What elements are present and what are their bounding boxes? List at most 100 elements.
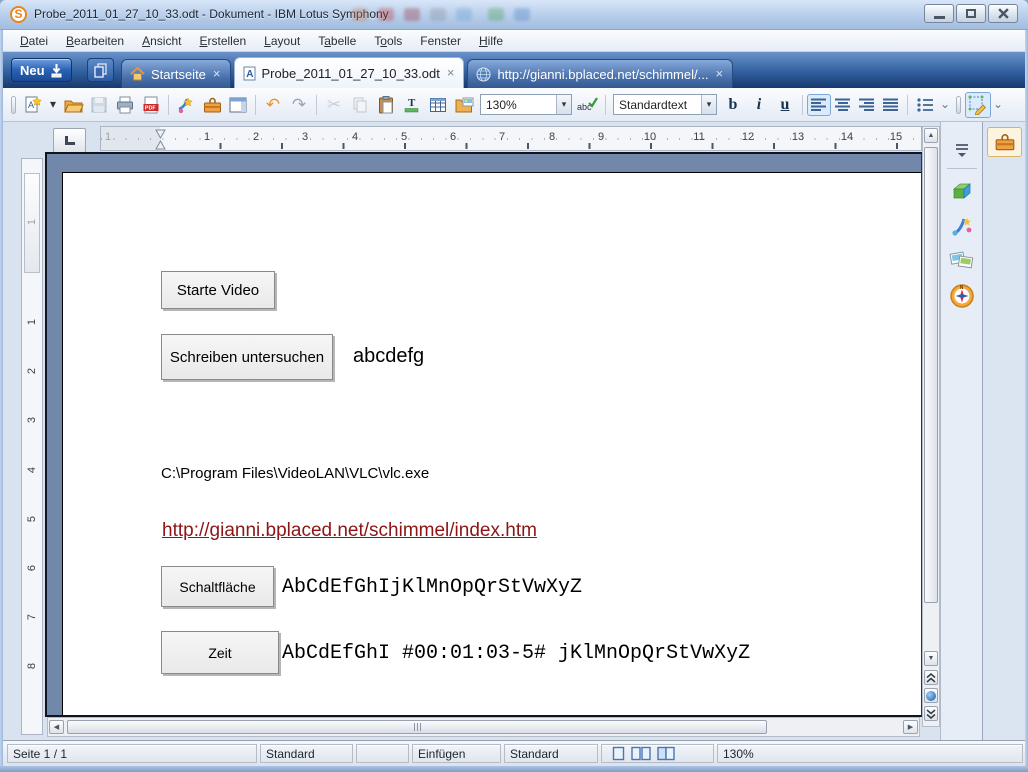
align-right-button[interactable] <box>855 94 879 116</box>
scroll-up-button[interactable]: ▲ <box>924 128 938 143</box>
arrow-down-icon: ▼ <box>928 655 935 662</box>
next-page-button[interactable] <box>924 706 938 721</box>
horizontal-ruler[interactable]: 1 1 2 3 4 5 6 7 8 9 10 11 12 13 14 15 <box>100 126 922 151</box>
zoom-combobox[interactable]: 130% ▾ <box>480 94 572 115</box>
navigation-button[interactable] <box>924 688 938 703</box>
menu-ansicht[interactable]: Ansicht <box>133 32 190 50</box>
export-pdf-button[interactable]: PDF <box>138 92 164 118</box>
sidebar-navigator-button[interactable]: N <box>948 282 976 310</box>
toolbox-button[interactable] <box>199 92 225 118</box>
draw-more-chevron-icon[interactable]: ⌄ <box>991 101 1005 108</box>
paragraph-style-combobox[interactable]: Standardtext ▾ <box>613 94 717 115</box>
scroll-right-button[interactable]: ▶ <box>903 720 918 734</box>
two-page-view-icon[interactable] <box>631 746 651 761</box>
tab-close-icon[interactable]: × <box>714 69 724 79</box>
status-page-style[interactable]: Standard <box>260 744 353 763</box>
gallery-button[interactable] <box>173 92 199 118</box>
sidebar-clipart-button[interactable] <box>948 212 976 240</box>
menu-fenster[interactable]: Fenster <box>411 32 470 50</box>
photos-icon <box>949 248 975 272</box>
restore-icon <box>966 9 976 18</box>
scroll-down-button[interactable]: ▼ <box>924 651 938 666</box>
title-bar[interactable]: S Probe_2011_01_27_10_33.odt - Dokument … <box>0 0 1028 30</box>
menu-tabelle[interactable]: Tabelle <box>309 32 365 50</box>
minimize-button[interactable] <box>924 4 954 23</box>
open-file-button[interactable] <box>60 92 86 118</box>
bullet-list-button[interactable] <box>912 92 938 118</box>
sidebar-photos-button[interactable] <box>948 246 976 274</box>
schaltflaeche-button[interactable]: Schaltfläche <box>161 566 274 607</box>
toolbox-panel-button[interactable] <box>987 127 1022 157</box>
schreiben-untersuchen-button[interactable]: Schreiben untersuchen <box>161 334 333 380</box>
horizontal-scrollbar[interactable]: ◀ ▶ <box>47 717 920 737</box>
menu-hilfe[interactable]: Hilfe <box>470 32 512 50</box>
tab-type-selector-button[interactable] <box>53 128 86 153</box>
book-view-icon[interactable] <box>657 746 675 761</box>
toolbar-separator <box>802 95 803 115</box>
bold-button[interactable]: b <box>720 92 746 118</box>
more-options-chevron-icon[interactable]: ⌄ <box>938 101 952 108</box>
status-insert-mode[interactable]: Einfügen <box>412 744 501 763</box>
left-tab-icon <box>65 136 75 145</box>
insert-table-button[interactable] <box>425 92 451 118</box>
zeit-button[interactable]: Zeit <box>161 631 279 674</box>
copy-button[interactable] <box>347 92 373 118</box>
vertical-ruler[interactable]: 1 1 2 3 4 5 6 7 8 <box>21 158 43 735</box>
starte-video-button[interactable]: Starte Video <box>161 271 275 309</box>
drawing-tools-button[interactable] <box>965 92 991 118</box>
toolbar-handle[interactable] <box>956 96 961 114</box>
new-document-caret-icon[interactable]: ▾ <box>46 101 60 108</box>
tab-document[interactable]: A Probe_2011_01_27_10_33.odt × <box>234 57 465 88</box>
vertical-scroll-thumb[interactable] <box>924 147 938 603</box>
indent-marker-icon[interactable] <box>155 129 166 150</box>
restore-button[interactable] <box>956 4 986 23</box>
status-zoom[interactable]: 130% <box>717 744 1023 763</box>
single-page-view-icon[interactable] <box>612 746 625 761</box>
vertical-scrollbar[interactable]: ▲ ▼ <box>922 126 940 727</box>
menu-datei[interactable]: Datei <box>11 32 57 50</box>
window-list-button[interactable] <box>87 58 114 82</box>
menu-layout[interactable]: Layout <box>255 32 309 50</box>
menu-tools[interactable]: Tools <box>365 32 411 50</box>
insert-graphic-button[interactable] <box>451 92 477 118</box>
scroll-left-button[interactable]: ◀ <box>49 720 64 734</box>
new-document-button[interactable]: Neu <box>11 58 72 82</box>
menu-bearbeiten[interactable]: Bearbeiten <box>57 32 133 50</box>
document-page[interactable]: Starte Video Schreiben untersuchen abcde… <box>62 172 922 717</box>
spellcheck-button[interactable]: abc <box>575 92 601 118</box>
style-dropdown-icon[interactable]: ▾ <box>701 95 716 114</box>
format-paintbrush-button[interactable]: T <box>399 92 425 118</box>
cut-button[interactable]: ✂ <box>321 92 347 118</box>
schimmel-hyperlink[interactable]: http://gianni.bplaced.net/schimmel/index… <box>162 520 537 542</box>
sidebar-menu-button[interactable] <box>948 136 976 164</box>
align-justify-icon <box>883 98 899 112</box>
show-panel-button[interactable] <box>225 92 251 118</box>
align-left-button[interactable] <box>807 94 831 116</box>
undo-button[interactable]: ↶ <box>260 92 286 118</box>
gallery-star-icon <box>176 95 196 115</box>
document-view[interactable]: Starte Video Schreiben untersuchen abcde… <box>45 152 922 717</box>
tab-close-icon[interactable]: × <box>212 69 222 79</box>
horizontal-scroll-thumb[interactable] <box>67 720 767 734</box>
new-text-document-button[interactable]: A <box>20 92 46 118</box>
tab-close-icon[interactable]: × <box>446 68 456 78</box>
zoom-dropdown-icon[interactable]: ▾ <box>556 95 571 114</box>
tab-startseite[interactable]: Startseite × <box>121 59 231 88</box>
save-button[interactable] <box>86 92 112 118</box>
align-center-button[interactable] <box>831 94 855 116</box>
redo-button[interactable]: ↷ <box>286 92 312 118</box>
print-button[interactable] <box>112 92 138 118</box>
sidebar-widgets-button[interactable] <box>948 178 976 206</box>
background-ghost-icon <box>430 8 446 21</box>
align-justify-button[interactable] <box>879 94 903 116</box>
ruler-number: 6 <box>446 131 460 143</box>
previous-page-button[interactable] <box>924 670 938 685</box>
status-selection-mode[interactable]: Standard <box>504 744 598 763</box>
tab-browser[interactable]: http://gianni.bplaced.net/schimmel/... × <box>467 59 733 88</box>
underline-button[interactable]: u <box>772 92 798 118</box>
close-button[interactable] <box>988 4 1018 23</box>
italic-button[interactable]: i <box>746 92 772 118</box>
toolbar-handle[interactable] <box>11 96 16 114</box>
paste-button[interactable] <box>373 92 399 118</box>
menu-erstellen[interactable]: Erstellen <box>190 32 255 50</box>
